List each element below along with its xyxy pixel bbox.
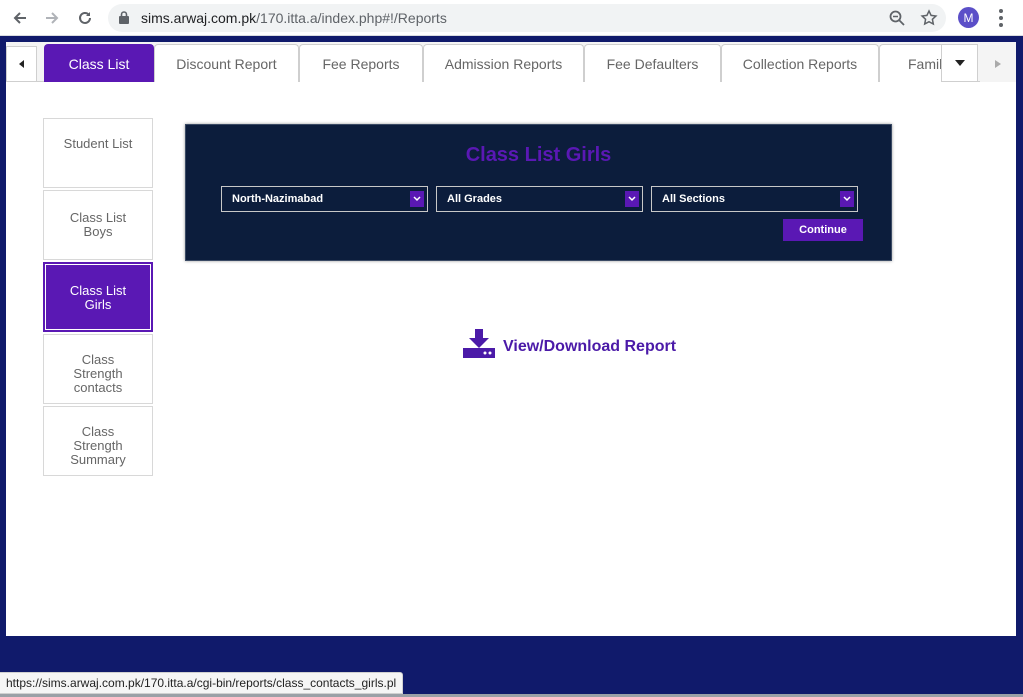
report-tabs: Class List Discount Report Fee Reports A… — [44, 44, 978, 82]
url-text: sims.arwaj.com.pk/170.itta.a/index.php#!… — [141, 10, 447, 26]
caret-left-icon — [18, 60, 24, 68]
tab-fee-defaulters[interactable]: Fee Defaulters — [584, 44, 721, 82]
chevron-down-icon — [954, 60, 965, 66]
app-content: Class List Discount Report Fee Reports A… — [6, 42, 1016, 636]
tab-discount-report[interactable]: Discount Report — [154, 44, 299, 82]
sidebar-item-label: Class Strength Summary — [70, 424, 126, 467]
download-icon — [463, 329, 495, 358]
download-label: View/Download Report — [503, 338, 677, 355]
sidebar-item-label: Student List — [63, 136, 133, 151]
sidebar-item-class-list-girls[interactable]: Class List Girls — [43, 262, 153, 332]
grade-select-value: All Grades — [447, 193, 503, 205]
report-filter-panel: Class List Girls North-Nazimabad All Gra… — [185, 124, 892, 261]
section-select-value: All Sections — [662, 193, 725, 205]
forward-icon[interactable] — [40, 6, 64, 30]
chevron-down-icon — [625, 191, 639, 207]
sidebar-item-class-list-boys[interactable]: Class List Boys — [43, 190, 153, 260]
tabs-scroll-left-button[interactable] — [6, 46, 37, 82]
browser-menu-icon[interactable] — [994, 7, 1008, 29]
campus-select-value: North-Nazimabad — [232, 193, 324, 205]
tab-fee-reports[interactable]: Fee Reports — [299, 44, 423, 82]
sidebar-item-class-strength-contacts[interactable]: Class Strength contacts — [43, 334, 153, 404]
tab-collection-reports[interactable]: Collection Reports — [721, 44, 879, 82]
back-icon[interactable] — [8, 6, 32, 30]
sidebar-item-label: Class List Girls — [69, 283, 127, 312]
lock-icon — [119, 11, 129, 29]
tab-class-list[interactable]: Class List — [44, 44, 154, 82]
chevron-down-icon — [410, 191, 424, 207]
view-download-report-link[interactable]: View/Download Report — [463, 329, 676, 359]
browser-toolbar: sims.arwaj.com.pk/170.itta.a/index.php#!… — [0, 0, 1023, 36]
panel-title: Class List Girls — [465, 144, 612, 166]
tabs-more-button[interactable] — [941, 44, 978, 82]
chevron-down-icon — [840, 191, 854, 207]
reload-icon[interactable] — [73, 6, 97, 30]
bookmark-star-icon[interactable] — [920, 9, 938, 32]
report-sidenav: Student List Class List Boys Class List … — [43, 118, 153, 478]
url-host: sims.arwaj.com.pk — [141, 10, 257, 26]
continue-button[interactable]: Continue — [783, 219, 863, 241]
caret-right-icon — [995, 60, 1001, 68]
sidebar-item-student-list[interactable]: Student List — [43, 118, 153, 188]
status-url-tooltip: https://sims.arwaj.com.pk/170.itta.a/cgi… — [0, 672, 404, 694]
sidebar-item-label: Class List Boys — [69, 210, 127, 239]
tabs-scroll-right-button[interactable] — [980, 46, 1016, 82]
zoom-icon[interactable] — [888, 9, 906, 32]
sidebar-item-class-strength-summary[interactable]: Class Strength Summary — [43, 406, 153, 476]
url-path: /170.itta.a/index.php#!/Reports — [256, 10, 447, 26]
address-bar[interactable]: sims.arwaj.com.pk/170.itta.a/index.php#!… — [108, 4, 946, 32]
sidebar-item-label: Class Strength contacts — [73, 352, 123, 395]
section-select[interactable]: All Sections — [651, 186, 858, 212]
tab-admission-reports[interactable]: Admission Reports — [423, 44, 584, 82]
report-tabbar: Class List Discount Report Fee Reports A… — [6, 42, 1016, 82]
campus-select[interactable]: North-Nazimabad — [221, 186, 428, 212]
grade-select[interactable]: All Grades — [436, 186, 643, 212]
profile-avatar[interactable]: M — [958, 7, 979, 28]
